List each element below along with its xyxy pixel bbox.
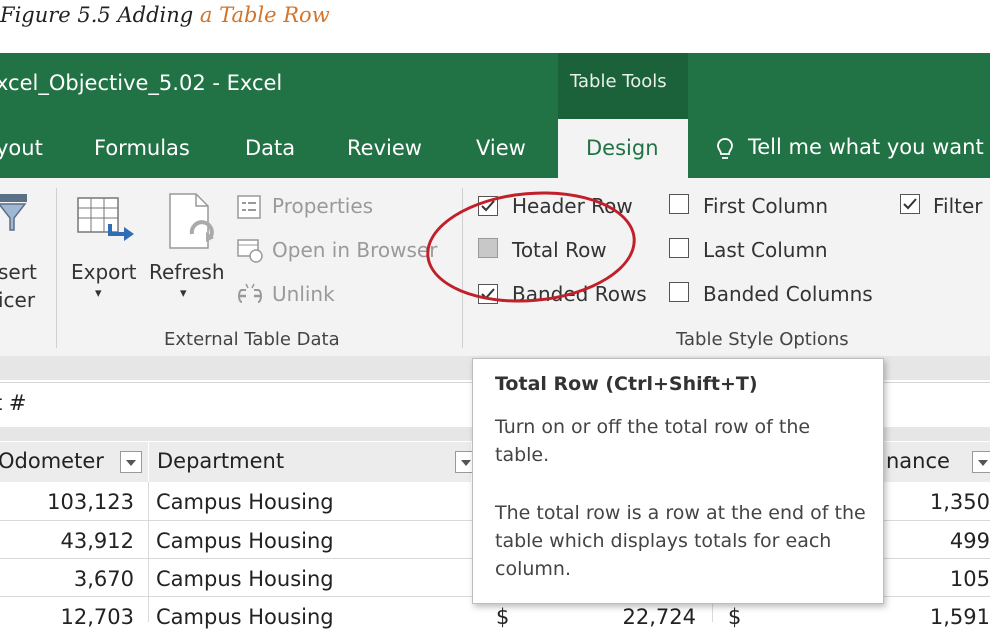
table-tools-context: Table Tools [558,53,688,119]
refresh-icon[interactable] [166,192,220,252]
cell-maintenance-currency[interactable]: $ [728,605,741,629]
tooltip-detail: The total row is a row at the end of the… [495,502,866,580]
insert-slicer-icon[interactable] [0,192,30,236]
maintenance-filter-dropdown[interactable] [972,451,990,473]
properties-icon [237,195,261,219]
total-row-tooltip: Total Row (Ctrl+Shift+T) Turn on or off … [472,358,884,604]
header-cell-department[interactable]: Department [149,442,477,482]
window-title: xcel_Objective_5.02 - Excel [0,71,283,95]
header-odometer-label: Odometer [0,449,104,473]
cell-odometer[interactable]: 3,670 [0,567,134,591]
banded-columns-checkbox[interactable] [669,282,689,302]
cell-odometer[interactable]: 103,123 [0,490,134,514]
caption-link[interactable]: a Table Row [200,3,330,27]
table-tools-label: Table Tools [570,71,667,92]
banded-columns-label: Banded Columns [703,282,873,306]
tooltip-title: Total Row (Ctrl+Shift+T) [495,373,758,395]
unlink-icon [238,283,262,303]
name-box[interactable]: t # [0,391,27,415]
cell-department[interactable]: Campus Housing [156,567,334,591]
last-column-checkbox[interactable] [669,238,689,258]
figure-caption: Figure 5.5 Adding a Table Row [0,0,990,40]
tab-review[interactable]: Review [347,136,422,160]
title-bar: xcel_Objective_5.02 - Excel Table Tools [0,53,990,119]
cell-odometer[interactable]: 12,703 [0,605,134,629]
tab-view[interactable]: View [476,136,526,160]
cell-department[interactable]: Campus Housing [156,605,334,629]
cell-maintenance[interactable]: 499 [880,529,990,553]
cell-maintenance[interactable]: 1,350 [880,490,990,514]
filter-button-label: Filter [933,194,983,218]
check-icon [903,198,917,210]
external-table-data-group-label: External Table Data [164,329,340,350]
header-department-label: Department [157,449,285,473]
refresh-dropdown-icon[interactable]: ▾ [180,286,187,301]
tab-formulas[interactable]: Formulas [94,136,190,160]
tell-me-box[interactable]: Tell me what you want t [748,135,990,159]
cell-department[interactable]: Campus Housing [156,529,334,553]
export-dropdown-icon[interactable]: ▾ [95,286,102,301]
export-icon[interactable] [76,194,138,248]
last-column-label: Last Column [703,238,828,262]
ribbon-tabs: yout Formulas Data Review View Design Te… [0,119,990,178]
column-gridline [148,482,149,622]
refresh-button[interactable]: Refresh [149,260,225,284]
cell-maintenance[interactable]: 1,591 [880,605,990,629]
odometer-filter-dropdown[interactable] [120,451,142,473]
header-cell-odometer[interactable]: Odometer [0,442,148,482]
first-column-label: First Column [703,194,829,218]
cell-odometer[interactable]: 43,912 [0,529,134,553]
open-in-browser-icon [237,239,263,263]
cell-maintenance[interactable]: 105 [880,567,990,591]
open-in-browser-button[interactable]: Open in Browser [272,238,437,262]
ribbon-separator [56,188,57,348]
table-style-options-group-label: Table Style Options [676,329,849,350]
lightbulb-icon [717,138,733,159]
tooltip-description: Turn on or off the total row of the tabl… [495,416,811,466]
cell-department[interactable]: Campus Housing [156,490,334,514]
caption-prefix: Figure 5.5 Adding [0,3,200,27]
first-column-checkbox[interactable] [669,194,689,214]
properties-button[interactable]: Properties [272,194,373,218]
insert-slicer-label-2: icer [0,288,36,312]
export-button[interactable]: Export [71,260,136,284]
insert-slicer-label-1: sert [0,260,37,284]
header-maintenance-label: nance [886,449,950,473]
tab-page-layout[interactable]: yout [0,136,43,160]
tab-data[interactable]: Data [245,136,295,160]
tab-design-label: Design [586,136,659,160]
header-cell-maintenance[interactable]: nance [884,442,990,482]
unlink-button[interactable]: Unlink [272,282,335,306]
cell-cost[interactable]: 22,724 [560,605,696,629]
tab-design[interactable]: Design [558,119,688,178]
filter-button-checkbox[interactable] [900,194,920,214]
cell-cost-currency[interactable]: $ [496,605,509,629]
